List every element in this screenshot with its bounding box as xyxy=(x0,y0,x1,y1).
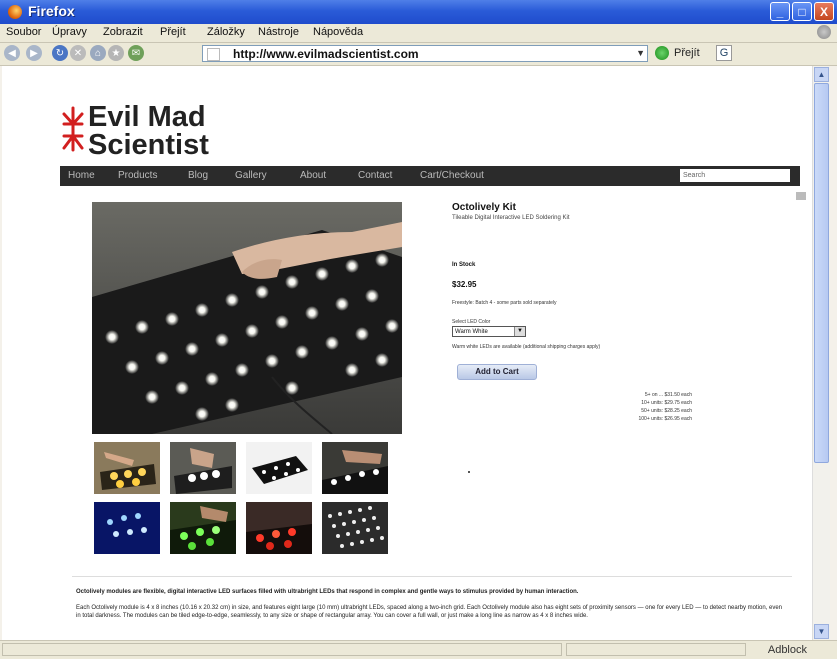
octolively-photo xyxy=(92,202,402,434)
stock-status: In Stock xyxy=(452,262,476,268)
logo-mark-icon xyxy=(62,106,84,152)
menu-bar: Soubor Úpravy Zobrazit Přejít Záložky Ná… xyxy=(0,24,837,43)
status-bar: Adblock xyxy=(0,640,837,659)
go-button-label[interactable]: Přejít xyxy=(674,47,700,59)
stop-icon[interactable]: ✕ xyxy=(70,45,86,61)
product-thumbnail[interactable] xyxy=(170,442,236,494)
description-paragraph-1: Octolively modules are flexible, digital… xyxy=(76,589,579,595)
nav-products[interactable]: Products xyxy=(118,170,157,181)
status-text-pane xyxy=(2,643,562,656)
product-thumbnail[interactable] xyxy=(246,502,312,554)
mail-icon[interactable]: ✉ xyxy=(128,45,144,61)
color-note: Warm white LEDs are available (additiona… xyxy=(452,344,601,350)
bulk-price-row: 5+ on ... $31.50 each xyxy=(644,392,692,398)
site-navigation: Home Products Blog Gallery About Contact… xyxy=(60,166,800,186)
url-text[interactable]: http://www.evilmadscientist.com xyxy=(233,47,419,61)
scroll-up-icon[interactable]: ▲ xyxy=(814,67,829,82)
menu-view[interactable]: Zobrazit xyxy=(103,26,143,38)
page-content: Evil Mad Scientist Home Products Blog Ga… xyxy=(2,66,812,640)
go-icon[interactable] xyxy=(655,46,669,60)
divider xyxy=(72,576,792,577)
description-paragraph-2: Each Octolively module is 4 x 8 inches (… xyxy=(76,605,783,619)
nav-cart[interactable]: Cart/Checkout xyxy=(420,170,484,181)
product-thumbnail[interactable] xyxy=(94,502,160,554)
nav-home[interactable]: Home xyxy=(68,170,95,181)
chevron-down-icon[interactable]: ▼ xyxy=(514,327,525,336)
product-thumbnail[interactable] xyxy=(322,442,388,494)
add-to-cart-button[interactable]: Add to Cart xyxy=(457,364,537,380)
thumbnail-image xyxy=(322,502,388,554)
back-icon[interactable]: ◀ xyxy=(4,45,20,61)
nav-about[interactable]: About xyxy=(300,170,326,181)
decorative-dot xyxy=(468,471,470,473)
address-bar[interactable]: http://www.evilmadscientist.com ▼ xyxy=(202,45,648,62)
product-thumbnail[interactable] xyxy=(322,502,388,554)
nav-blog[interactable]: Blog xyxy=(188,170,208,181)
throbber-icon xyxy=(817,25,831,39)
thumbnail-image xyxy=(170,442,236,494)
home-icon[interactable]: ⌂ xyxy=(90,45,106,61)
bulk-pricing: 5+ on ... $31.50 each 10+ units: $29.75 … xyxy=(582,391,692,423)
window-title: Firefox xyxy=(28,3,75,19)
bulk-price-row: 50+ units: $28.25 each xyxy=(641,408,692,414)
product-thumbnail[interactable] xyxy=(170,502,236,554)
reload-icon[interactable]: ↻ xyxy=(52,45,68,61)
nav-gallery[interactable]: Gallery xyxy=(235,170,267,181)
menu-tools[interactable]: Nástroje xyxy=(258,26,299,38)
color-select-label: Select LED Color xyxy=(452,319,491,325)
site-search-input[interactable]: Search xyxy=(680,169,790,182)
bookmark-icon[interactable]: ★ xyxy=(108,45,124,61)
bulk-price-row: 10+ units: $29.75 each xyxy=(641,400,692,406)
vertical-scrollbar[interactable]: ▲ ▼ xyxy=(812,66,830,640)
product-price: $32.95 xyxy=(452,280,477,289)
product-note: Freestyle: Batch 4 - some parts sold sep… xyxy=(452,300,557,306)
maximize-button[interactable]: □ xyxy=(792,2,812,21)
thumbnail-image xyxy=(170,502,236,554)
menu-edit[interactable]: Úpravy xyxy=(52,26,87,38)
minimize-button[interactable]: _ xyxy=(770,2,790,21)
thumbnail-image xyxy=(246,442,312,494)
nav-contact[interactable]: Contact xyxy=(358,170,392,181)
search-engine-icon[interactable]: G xyxy=(716,45,732,61)
navigation-toolbar: ◀ ▶ ↻ ✕ ⌂ ★ ✉ http://www.evilmadscientis… xyxy=(0,43,837,66)
history-dropdown-icon[interactable]: ▼ xyxy=(636,48,645,58)
status-progress-pane xyxy=(566,643,746,656)
logo-line-1: Evil Mad xyxy=(88,101,206,133)
forward-icon[interactable]: ▶ xyxy=(26,45,42,61)
adblock-button[interactable]: Adblock xyxy=(768,644,807,656)
scroll-down-icon[interactable]: ▼ xyxy=(814,624,829,639)
menu-go[interactable]: Přejít xyxy=(160,26,186,38)
product-thumbnail[interactable] xyxy=(246,442,312,494)
menu-help[interactable]: Nápověda xyxy=(313,26,363,38)
thumbnail-image xyxy=(94,442,160,494)
title-bar: Firefox _ □ X xyxy=(0,0,837,24)
window-controls: _ □ X xyxy=(770,2,834,21)
page-favicon xyxy=(207,48,220,61)
bulk-price-row: 100+ units: $26.95 each xyxy=(638,416,692,422)
color-select[interactable]: Warm White ▼ xyxy=(452,326,526,337)
scrollbar-thumb[interactable] xyxy=(814,83,829,463)
close-button[interactable]: X xyxy=(814,2,834,21)
firefox-icon xyxy=(8,5,22,19)
thumbnail-image xyxy=(246,502,312,554)
logo-line-2: Scientist xyxy=(88,129,209,161)
product-subtitle: Tileable Digital Interactive LED Solderi… xyxy=(452,215,570,221)
menu-bookmarks[interactable]: Záložky xyxy=(207,26,245,38)
menu-file[interactable]: Soubor xyxy=(6,26,41,38)
product-thumbnail[interactable] xyxy=(94,442,160,494)
thumbnail-image xyxy=(322,442,388,494)
browser-window: Firefox _ □ X Soubor Úpravy Zobrazit Pře… xyxy=(0,0,837,659)
thumbnail-image xyxy=(94,502,160,554)
rss-icon[interactable] xyxy=(796,192,806,200)
product-title: Octolively Kit xyxy=(452,202,516,213)
product-main-image[interactable] xyxy=(92,202,402,434)
color-select-value: Warm White xyxy=(455,329,488,335)
